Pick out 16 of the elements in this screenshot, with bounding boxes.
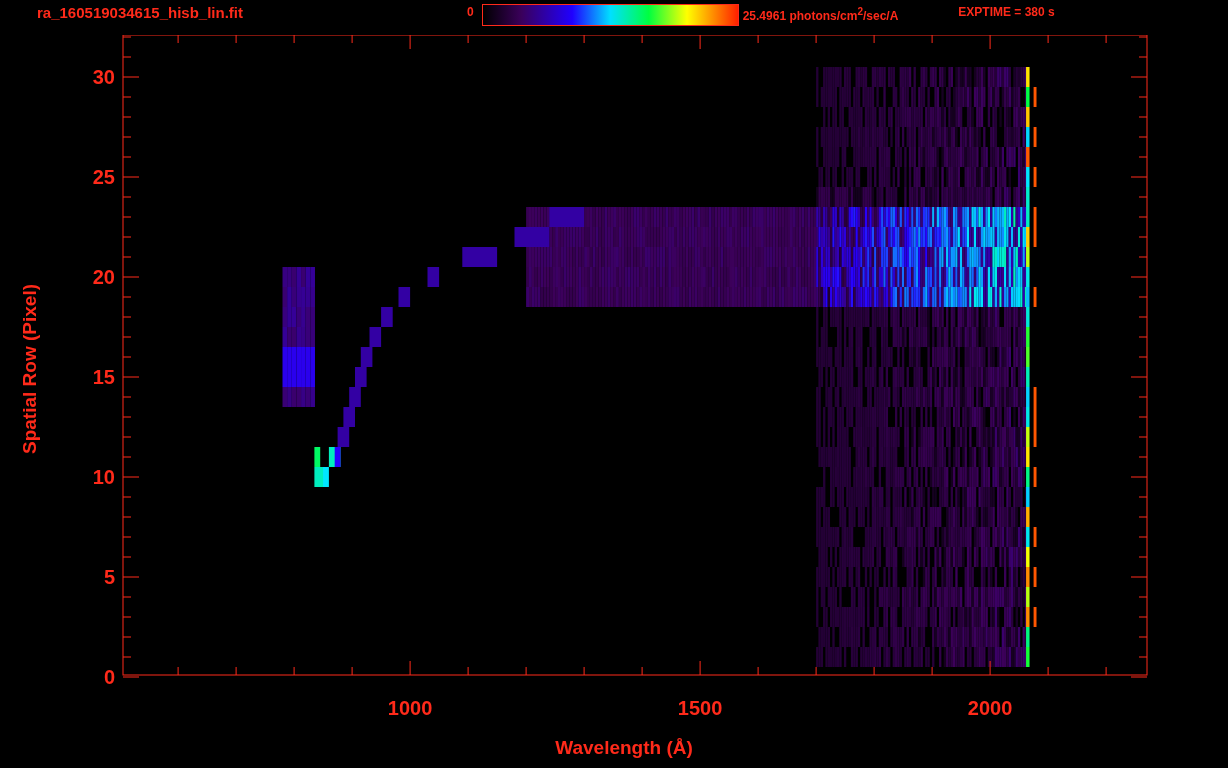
x-tick-label: 2000 — [967, 697, 1013, 719]
y-tick-label: 0 — [103, 666, 115, 688]
file-title: ra_160519034615_hisb_lin.fit — [37, 4, 244, 21]
y-tick-label: 30 — [92, 66, 115, 88]
y-tick-label: 5 — [103, 566, 115, 588]
colorbar-min-label: 0 — [467, 4, 474, 20]
y-tick-label: 15 — [92, 366, 115, 388]
colorbar-max-label: 25.4961 photons/cm$^{2}$/sec/A — [742, 5, 899, 24]
y-tick-label: 20 — [92, 266, 115, 288]
y-tick-label: 10 — [92, 466, 115, 488]
y-tick-label: 25 — [92, 166, 115, 188]
x-tick-label: 1500 — [677, 697, 723, 719]
y-axis-label: Spatial Row (Pixel) — [19, 283, 41, 454]
x-tick-label: 1000 — [387, 697, 433, 719]
exposure-time: EXPTIME = 380 s — [958, 4, 1055, 20]
x-axis-label: Wavelength (Å) — [555, 737, 693, 759]
